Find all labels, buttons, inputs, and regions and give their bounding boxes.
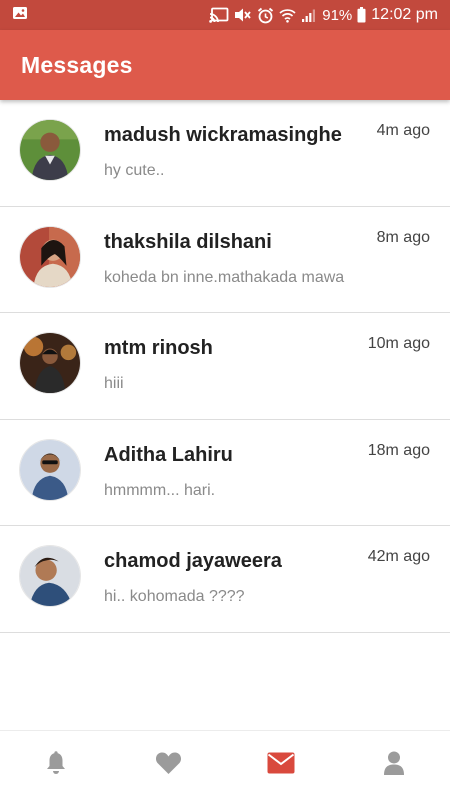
sender-name: thakshila dilshani — [104, 230, 272, 253]
nav-messages[interactable] — [225, 731, 338, 800]
sender-name: Aditha Lahiru — [104, 443, 233, 466]
avatar — [19, 119, 81, 181]
message-time: 18m ago — [367, 441, 430, 459]
alarm-icon — [257, 7, 274, 24]
sender-name: mtm rinosh — [104, 337, 213, 359]
sender-name: madush wickramasinghe — [104, 124, 342, 146]
person-icon — [383, 751, 405, 780]
message-time: 42m ago — [367, 548, 430, 565]
message-row-aditha[interactable]: Aditha Lahiru 18m ago hmmmm... hari. — [0, 420, 450, 526]
bell-icon — [45, 751, 67, 780]
sender-name: chamod jayaweera — [104, 550, 282, 572]
message-row-chamod[interactable]: chamod jayaweera 42m ago hi.. kohomada ?… — [0, 526, 450, 633]
signal-icon — [301, 8, 317, 23]
nav-profile[interactable] — [338, 731, 450, 800]
image-icon — [12, 6, 28, 25]
wifi-icon — [279, 8, 296, 23]
app-bar: Messages — [0, 30, 450, 100]
battery-icon — [357, 7, 366, 23]
avatar — [19, 438, 81, 501]
clock-time: 12:02 pm — [371, 6, 438, 23]
envelope-icon — [267, 752, 295, 779]
message-row-mtm-rinosh[interactable]: mtm rinosh 10m ago hiii — [0, 313, 450, 420]
message-preview: hi.. kohomada ???? — [104, 588, 245, 605]
heart-icon — [155, 751, 182, 780]
message-preview: hy cute.. — [104, 162, 165, 179]
status-bar: 91% 12:02 pm — [0, 0, 450, 30]
avatar — [19, 225, 81, 288]
message-time: 10m ago — [367, 335, 430, 352]
avatar — [19, 545, 81, 607]
mute-icon — [234, 7, 252, 23]
message-time: 4m ago — [376, 122, 430, 139]
bottom-navigation — [0, 730, 450, 800]
message-preview: hiii — [104, 375, 124, 392]
battery-percent: 91% — [322, 6, 353, 24]
nav-notifications[interactable] — [0, 731, 113, 800]
page-title: Messages — [21, 51, 133, 78]
message-row-thakshila[interactable]: thakshila dilshani 8m ago koheda bn inne… — [0, 207, 450, 313]
message-list: madush wickramasinghe 4m ago hy cute.. t… — [0, 100, 450, 633]
avatar — [19, 332, 81, 394]
cast-icon — [209, 7, 229, 23]
nav-favorites[interactable] — [113, 731, 226, 800]
message-row-madush[interactable]: madush wickramasinghe 4m ago hy cute.. — [0, 100, 450, 207]
message-preview: hmmmm... hari. — [104, 481, 216, 499]
message-preview: koheda bn inne.mathakada mawa — [104, 268, 345, 286]
message-time: 8m ago — [376, 228, 430, 246]
